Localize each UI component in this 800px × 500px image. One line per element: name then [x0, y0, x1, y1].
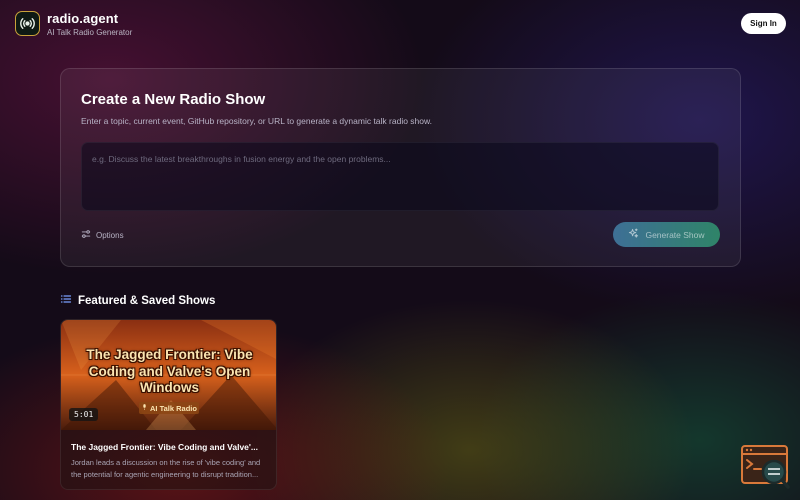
sliders-icon: [81, 229, 91, 241]
featured-heading: Featured & Saved Shows: [60, 293, 215, 309]
options-label: Options: [96, 230, 124, 240]
mic-icon: [141, 403, 148, 413]
create-show-title: Create a New Radio Show: [81, 91, 266, 108]
create-show-description: Enter a topic, current event, GitHub rep…: [81, 116, 433, 126]
show-thumbnail[interactable]: The Jagged Frontier: Vibe Coding and Val…: [61, 320, 276, 430]
duration-badge: 5:01: [69, 408, 99, 421]
app-header: radio.agent AI Talk Radio Generator Sign…: [0, 0, 800, 46]
thumbnail-title: The Jagged Frontier: Vibe Coding and Val…: [86, 347, 253, 395]
sparkles-icon: [628, 228, 639, 241]
terminal-search-icon[interactable]: [741, 445, 791, 490]
sign-in-button[interactable]: Sign In: [741, 13, 786, 34]
generate-show-label: Generate Show: [645, 229, 705, 240]
app-subtitle: AI Talk Radio Generator: [47, 28, 133, 37]
options-button[interactable]: Options: [81, 228, 124, 242]
broadcast-icon[interactable]: [15, 11, 40, 36]
thumbnail-brand-label: AI Talk Radio: [150, 403, 197, 413]
list-icon: [60, 292, 72, 310]
generate-show-button[interactable]: Generate Show: [613, 222, 720, 247]
featured-title: Featured & Saved Shows: [78, 295, 216, 307]
thumbnail-brand: AI Talk Radio: [139, 402, 199, 414]
create-show-panel: Create a New Radio Show Enter a topic, c…: [60, 68, 741, 267]
show-title[interactable]: The Jagged Frontier: Vibe Coding and Val…: [71, 442, 268, 452]
show-description: Jordan leads a discussion on the rise of…: [71, 458, 261, 479]
show-card[interactable]: The Jagged Frontier: Vibe Coding and Val…: [60, 319, 277, 490]
app-title[interactable]: radio.agent: [47, 11, 118, 26]
topic-input[interactable]: [81, 142, 719, 211]
